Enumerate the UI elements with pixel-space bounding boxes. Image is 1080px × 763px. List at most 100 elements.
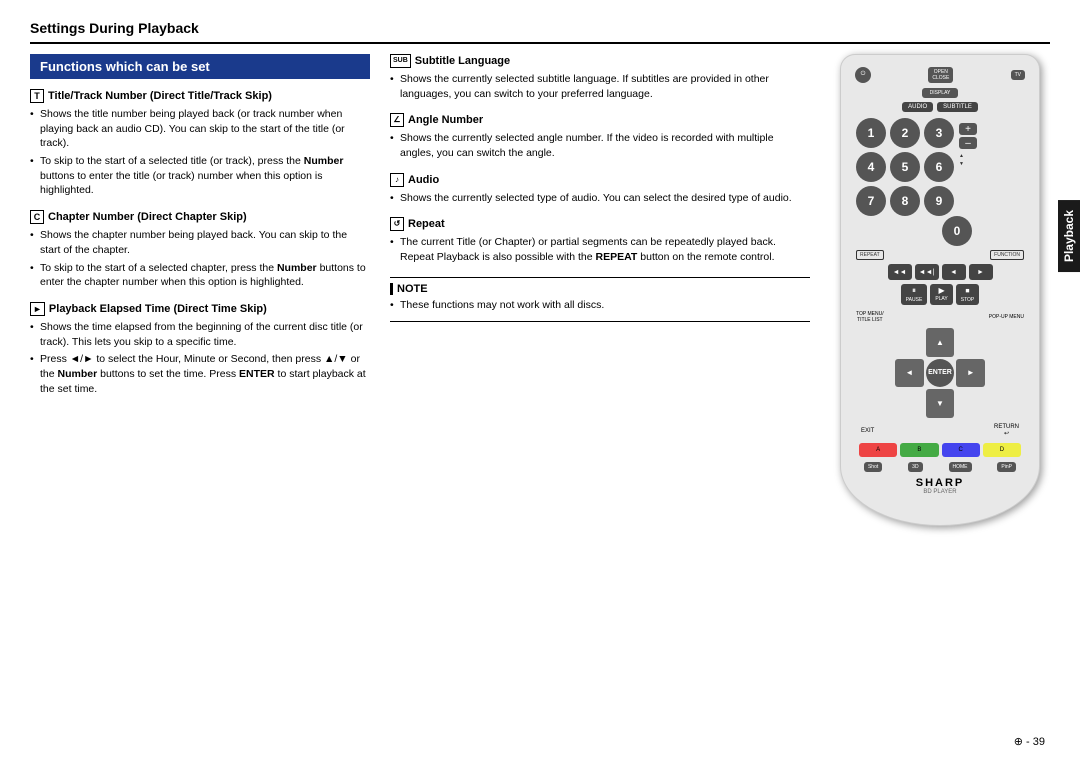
num-4-button[interactable]: 4 <box>856 152 886 182</box>
audio-bullets: Shows the currently selected type of aud… <box>390 191 810 206</box>
subtitle-icon: SUB <box>390 54 411 68</box>
audio-button[interactable]: AUDIO <box>902 102 933 112</box>
3d-button[interactable]: 3D <box>908 462 922 472</box>
play-button[interactable]: ▶ PLAY <box>930 284 952 305</box>
numpad-grid: 1 2 3 4 5 6 7 8 9 <box>856 118 954 216</box>
dpad-down-button[interactable]: ▼ <box>926 389 955 418</box>
chapter-icon: C <box>30 210 44 224</box>
num-0-button[interactable]: 0 <box>942 216 972 246</box>
section-angle: ∠ Angle Number Shows the currently selec… <box>390 113 810 160</box>
repeat-bullets: The current Title (or Chapter) or partia… <box>390 235 810 264</box>
num-2-button[interactable]: 2 <box>890 118 920 148</box>
section-title-elapsed: ► Playback Elapsed Time (Direct Time Ski… <box>30 302 370 316</box>
angle-heading: Angle Number <box>408 114 483 126</box>
bullet-item: Shows the time elapsed from the beginnin… <box>30 320 370 349</box>
color-d-button[interactable]: D <box>983 443 1021 457</box>
dpad-empty-tl <box>895 328 924 357</box>
title-track-heading: Title/Track Number (Direct Title/Track S… <box>48 90 272 102</box>
color-c-button[interactable]: C <box>942 443 980 457</box>
skip-next-button[interactable]: ◄◄| <box>915 264 939 280</box>
power-button[interactable]: ⏻ <box>855 67 871 83</box>
left-column: Functions which can be set T Title/Track… <box>30 54 370 743</box>
minus-button[interactable]: – <box>959 137 977 149</box>
chapter-bullets: Shows the chapter number being played ba… <box>30 228 370 290</box>
bullet-item: Press ◄/► to select the Hour, Minute or … <box>30 352 370 396</box>
fwd-button[interactable]: ► <box>969 264 993 280</box>
section-audio: ♪ Audio Shows the currently selected typ… <box>390 173 810 206</box>
note-title: NOTE <box>390 283 810 295</box>
num-9-button[interactable]: 9 <box>924 186 954 216</box>
stop-button[interactable]: ⏹ STOP <box>956 284 980 305</box>
num-7-button[interactable]: 7 <box>856 186 886 216</box>
popup-menu-button[interactable]: POP-UP MENU <box>989 311 1024 323</box>
enter-button[interactable]: ENTER <box>926 359 955 388</box>
num-6-button[interactable]: 6 <box>924 152 954 182</box>
bullet-item: Shows the currently selected type of aud… <box>390 191 810 206</box>
top-menu-button[interactable]: TOP MENU/TITLE LIST <box>856 311 884 323</box>
home-button[interactable]: HOME <box>949 462 972 472</box>
section-title-track: T Title/Track Number (Direct Title/Track… <box>30 89 370 198</box>
display-button[interactable]: DISPLAY <box>922 88 959 98</box>
tv-button[interactable]: TV <box>1011 70 1025 80</box>
audio-heading: Audio <box>408 174 439 186</box>
remote-control: ⏻ OPENCLOSE TV DISPLAY AUDIO SUBTITLE 1 <box>840 54 1040 526</box>
num-8-button[interactable]: 8 <box>890 186 920 216</box>
dpad-up-button[interactable]: ▲ <box>926 328 955 357</box>
bullet-item: To skip to the start of a selected chapt… <box>30 261 370 290</box>
transport-row-1: ◄◄ ◄◄| ◄ ► <box>851 264 1029 280</box>
bullet-item: The current Title (or Chapter) or partia… <box>390 235 810 264</box>
page-title: Settings During Playback <box>30 20 1050 36</box>
open-close-button[interactable]: OPENCLOSE <box>928 67 953 83</box>
right-column: SUB Subtitle Language Shows the currentl… <box>390 54 810 743</box>
sharp-logo: SHARP <box>851 477 1029 489</box>
bullet-item: Shows the title number being played back… <box>30 107 370 151</box>
functions-header: Functions which can be set <box>30 54 370 79</box>
section-chapter: C Chapter Number (Direct Chapter Skip) S… <box>30 210 370 290</box>
note-bullet-item: These functions may not work with all di… <box>390 298 810 313</box>
pinp-button[interactable]: PinP <box>997 462 1016 472</box>
title-track-bullets: Shows the title number being played back… <box>30 107 370 198</box>
section-title-angle: ∠ Angle Number <box>390 113 810 127</box>
page-number: ⊕ - 39 <box>1014 735 1045 748</box>
section-title-repeat: ↺ Repeat <box>390 217 810 231</box>
return-button[interactable]: RETURN↩ <box>994 424 1019 437</box>
num-3-button[interactable]: 3 <box>924 118 954 148</box>
zero-row: 0 <box>851 216 1029 246</box>
function-button[interactable]: FUNCTION <box>990 250 1024 260</box>
arrow-down-indicator: ▼ <box>959 161 977 167</box>
bullet-item: Shows the currently selected subtitle la… <box>390 72 810 101</box>
audio-icon: ♪ <box>390 173 404 187</box>
elapsed-heading: Playback Elapsed Time (Direct Time Skip) <box>49 303 267 315</box>
dpad: ▲ ◄ ENTER ► ▼ <box>895 328 985 418</box>
pause-play-stop-row: ⏸ PAUSE ▶ PLAY ⏹ STOP <box>851 284 1029 305</box>
content-area: Functions which can be set T Title/Track… <box>30 54 810 743</box>
plus-button[interactable]: + <box>959 123 977 135</box>
section-repeat: ↺ Repeat The current Title (or Chapter) … <box>390 217 810 264</box>
title-track-icon: T <box>30 89 44 103</box>
shot-button[interactable]: Shot <box>864 462 882 472</box>
dpad-right-button[interactable]: ► <box>956 359 985 388</box>
bullet-item: Shows the currently selected angle numbe… <box>390 131 810 160</box>
section-title-audio: ♪ Audio <box>390 173 810 187</box>
pause-button[interactable]: ⏸ PAUSE <box>901 284 928 305</box>
skip-prev-button[interactable]: ◄◄ <box>888 264 912 280</box>
rev-button[interactable]: ◄ <box>942 264 966 280</box>
dpad-left-button[interactable]: ◄ <box>895 359 924 388</box>
subtitle-bullets: Shows the currently selected subtitle la… <box>390 72 810 101</box>
color-a-button[interactable]: A <box>859 443 897 457</box>
exit-button[interactable]: EXIT <box>861 424 874 437</box>
bullet-item: Shows the chapter number being played ba… <box>30 228 370 257</box>
elapsed-bullets: Shows the time elapsed from the beginnin… <box>30 320 370 396</box>
section-title-subtitle: SUB Subtitle Language <box>390 54 810 68</box>
color-buttons-row: A B C D <box>851 443 1029 457</box>
num-5-button[interactable]: 5 <box>890 152 920 182</box>
note-label: NOTE <box>390 283 428 295</box>
repeat-button[interactable]: REPEAT <box>856 250 884 260</box>
dpad-area: ▲ ◄ ENTER ► ▼ <box>851 328 1029 418</box>
num-1-button[interactable]: 1 <box>856 118 886 148</box>
section-title-chapter: C Chapter Number (Direct Chapter Skip) <box>30 210 370 224</box>
exit-return-row: EXIT RETURN↩ <box>851 424 1029 437</box>
color-b-button[interactable]: B <box>900 443 938 457</box>
subtitle-button[interactable]: SUBTITLE <box>937 102 978 112</box>
section-title-title-track: T Title/Track Number (Direct Title/Track… <box>30 89 370 103</box>
